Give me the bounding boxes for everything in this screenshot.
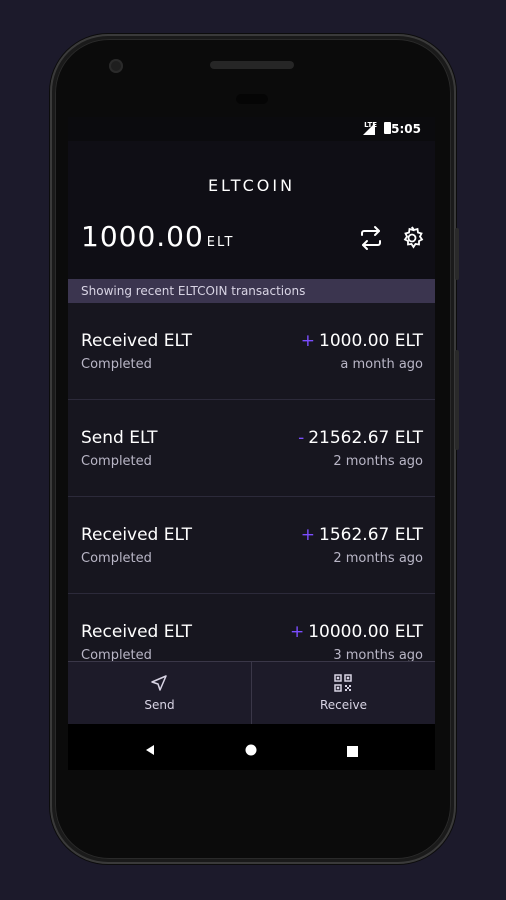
transactions-notice: Showing recent ELTCOIN transactions (68, 279, 435, 303)
transaction-list[interactable]: Received ELT Completed +1000.00 ELT a mo… (68, 303, 435, 661)
signal-icon (363, 123, 375, 135)
transaction-amount: +10000.00 ELT (290, 622, 423, 642)
app-header: ELTCOIN 1000.00 ELT (68, 141, 435, 279)
transaction-row[interactable]: Received ELT Completed +1562.67 ELT 2 mo… (68, 497, 435, 594)
transaction-row[interactable]: Received ELT Completed +1000.00 ELT a mo… (68, 303, 435, 400)
phone-screen: LTE 5:05 ELTCOIN 1000.00 ELT Showing rece… (68, 117, 435, 770)
gear-icon[interactable] (399, 225, 425, 251)
transaction-status: Completed (81, 551, 152, 566)
system-nav-bar (68, 724, 435, 770)
recents-icon[interactable] (347, 742, 358, 761)
transaction-status: Completed (81, 648, 152, 661)
sensor-slot (236, 94, 268, 104)
send-icon (150, 674, 168, 696)
volume-button (455, 228, 459, 280)
power-button (455, 350, 459, 450)
transaction-title: Received ELT (81, 525, 193, 545)
transaction-time: 2 months ago (333, 454, 423, 469)
bottom-nav: Send Receive (68, 661, 435, 725)
receive-button[interactable]: Receive (252, 662, 435, 725)
amount-sign: + (289, 622, 305, 642)
transaction-time: 2 months ago (333, 551, 423, 566)
battery-icon (384, 122, 391, 134)
balance-unit: ELT (206, 235, 235, 250)
transaction-amount: -21562.67 ELT (298, 428, 423, 448)
amount-sign: + (300, 331, 316, 351)
amount-sign: - (298, 428, 305, 448)
transaction-title: Received ELT (81, 331, 193, 351)
app-title: ELTCOIN (207, 176, 296, 195)
amount-value: 1000.00 ELT (319, 331, 423, 351)
amount-sign: + (300, 525, 316, 545)
transaction-title: Received ELT (81, 622, 193, 642)
send-label: Send (144, 698, 175, 712)
status-time: 5:05 (391, 122, 421, 136)
amount-value: 1562.67 ELT (319, 525, 423, 545)
balance: 1000.00 ELT (81, 220, 234, 253)
transaction-amount: +1000.00 ELT (301, 331, 423, 351)
transaction-title: Send ELT (81, 428, 158, 448)
amount-value: 10000.00 ELT (308, 622, 423, 642)
transaction-row[interactable]: Send ELT Completed -21562.67 ELT 2 month… (68, 400, 435, 497)
transaction-status: Completed (81, 454, 152, 469)
transaction-time: 3 months ago (333, 648, 423, 661)
transaction-row[interactable]: Received ELT Completed +10000.00 ELT 3 m… (68, 594, 435, 661)
balance-amount: 1000.00 (81, 220, 204, 253)
front-camera (109, 59, 123, 73)
transaction-amount: +1562.67 ELT (301, 525, 423, 545)
back-icon[interactable] (144, 741, 156, 760)
swap-arrows-icon[interactable] (358, 225, 384, 251)
qr-code-icon (334, 674, 352, 696)
earpiece-speaker (210, 61, 294, 69)
transaction-status: Completed (81, 357, 152, 372)
amount-value: 21562.67 ELT (308, 428, 423, 448)
send-button[interactable]: Send (68, 662, 251, 725)
status-bar: LTE 5:05 (68, 117, 435, 141)
home-icon[interactable] (245, 741, 257, 760)
receive-label: Receive (320, 698, 367, 712)
transaction-time: a month ago (340, 357, 423, 372)
